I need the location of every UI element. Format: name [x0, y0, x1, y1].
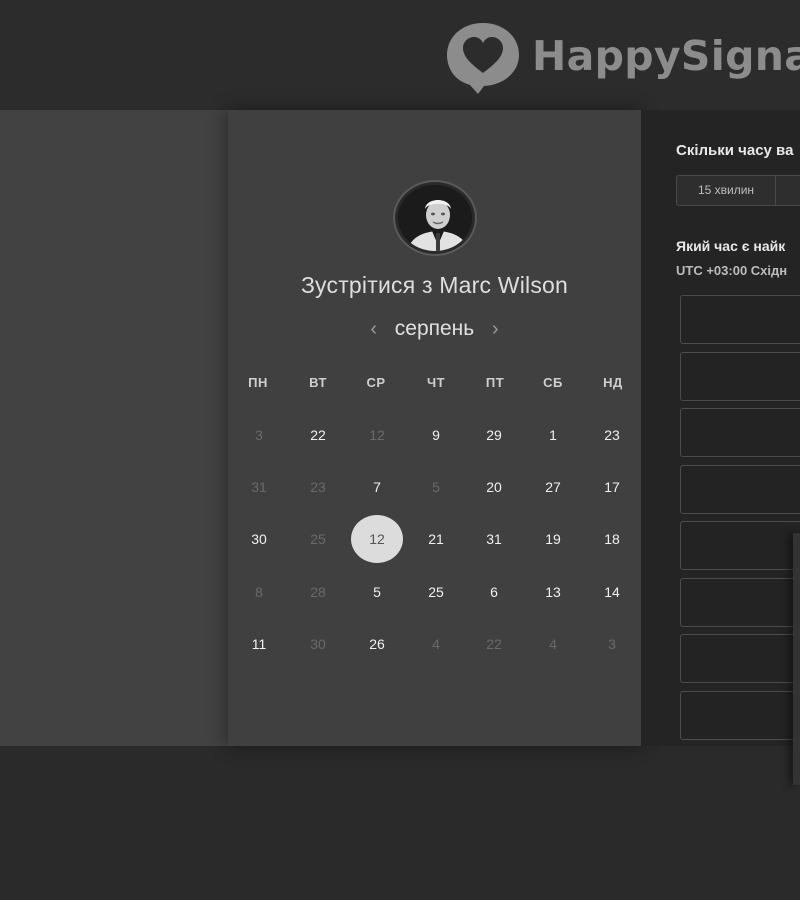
calendar-day: 4: [549, 636, 557, 652]
calendar-day: 12: [369, 427, 385, 443]
schedule-panel: Скільки часу ва 15 хвилин Який час є най…: [641, 110, 800, 746]
weekday-label: СР: [366, 375, 386, 390]
time-slot-button[interactable]: [680, 465, 800, 514]
calendar-day: 22: [486, 636, 502, 652]
calendar-day: 28: [310, 584, 326, 600]
calendar-day[interactable]: 19: [527, 515, 579, 563]
calendar-day[interactable]: 5: [351, 568, 403, 616]
time-slot-button[interactable]: [680, 634, 800, 683]
time-slot-button[interactable]: [680, 578, 800, 627]
calendar-day: 5: [432, 479, 440, 495]
calendar-day[interactable]: 18: [586, 515, 638, 563]
host-avatar: [395, 182, 475, 254]
calendar-day[interactable]: 30: [233, 515, 285, 563]
weekday-label: ПН: [248, 375, 268, 390]
chevron-right-icon[interactable]: ›: [482, 318, 508, 341]
calendar-day[interactable]: 14: [586, 568, 638, 616]
heart-speech-bubble-icon: [447, 23, 519, 94]
weekday-label: ВТ: [309, 375, 327, 390]
brand-logo[interactable]: HappySigna: [444, 20, 800, 96]
meeting-title: Зустрітися з Marc Wilson: [300, 272, 569, 298]
duration-question: Скільки часу ва: [676, 142, 794, 159]
duration-option-15[interactable]: 15 хвилин: [677, 176, 776, 205]
chevron-left-icon[interactable]: ‹: [361, 318, 387, 341]
calendar-day-selected[interactable]: 12: [351, 515, 403, 563]
month-navigation: ‹ серпень ›: [228, 317, 641, 341]
duration-selector: 15 хвилин: [676, 175, 800, 206]
timezone-label[interactable]: UTC +03:00 Східн: [676, 263, 787, 278]
calendar-day[interactable]: 21: [410, 515, 462, 563]
duration-option[interactable]: [776, 176, 800, 205]
calendar-day[interactable]: 17: [586, 463, 638, 511]
calendar-day: 30: [310, 636, 326, 652]
side-panel-edge: [793, 533, 800, 785]
time-slot-button[interactable]: [680, 521, 800, 570]
left-background-band: [0, 110, 228, 746]
booking-card: Зустрітися з Marc Wilson ‹ серпень › ПН …: [228, 110, 641, 746]
calendar-day: 23: [310, 479, 326, 495]
calendar-day[interactable]: 29: [468, 411, 520, 459]
calendar-day[interactable]: 22: [292, 411, 344, 459]
time-slot-button[interactable]: [680, 295, 800, 344]
calendar-day[interactable]: 31: [468, 515, 520, 563]
weekday-label: СБ: [543, 375, 563, 390]
calendar-day: 31: [251, 479, 267, 495]
calendar-day[interactable]: 11: [233, 620, 285, 668]
brand-name: HappySigna: [532, 32, 800, 80]
weekday-label: ПТ: [485, 375, 505, 390]
weekday-label: ЧТ: [426, 375, 446, 390]
calendar-day[interactable]: 26: [351, 620, 403, 668]
calendar-day[interactable]: 23: [586, 411, 638, 459]
calendar-day: 3: [608, 636, 616, 652]
current-month: серпень: [394, 317, 475, 340]
calendar-day: 3: [255, 427, 263, 443]
calendar-day[interactable]: 1: [527, 411, 579, 459]
person-photo-icon: [398, 185, 472, 251]
calendar-day[interactable]: 6: [468, 568, 520, 616]
calendar-day: 8: [255, 584, 263, 600]
calendar-day[interactable]: 20: [468, 463, 520, 511]
weekday-header: ПН ВТ СР ЧТ ПТ СБ НД: [228, 375, 641, 395]
top-bar: HappySigna: [0, 0, 800, 110]
calendar-day: 25: [310, 531, 326, 547]
calendar-day[interactable]: 13: [527, 568, 579, 616]
calendar-day[interactable]: 25: [410, 568, 462, 616]
calendar-day[interactable]: 7: [351, 463, 403, 511]
weekday-label: НД: [603, 375, 623, 390]
calendar-day[interactable]: 9: [410, 411, 462, 459]
time-question: Який час є найк: [676, 238, 786, 254]
calendar-day[interactable]: 27: [527, 463, 579, 511]
time-slot-button[interactable]: [680, 408, 800, 457]
time-slot-button[interactable]: [680, 691, 800, 740]
calendar-day: 4: [432, 636, 440, 652]
time-slot-button[interactable]: [680, 352, 800, 401]
